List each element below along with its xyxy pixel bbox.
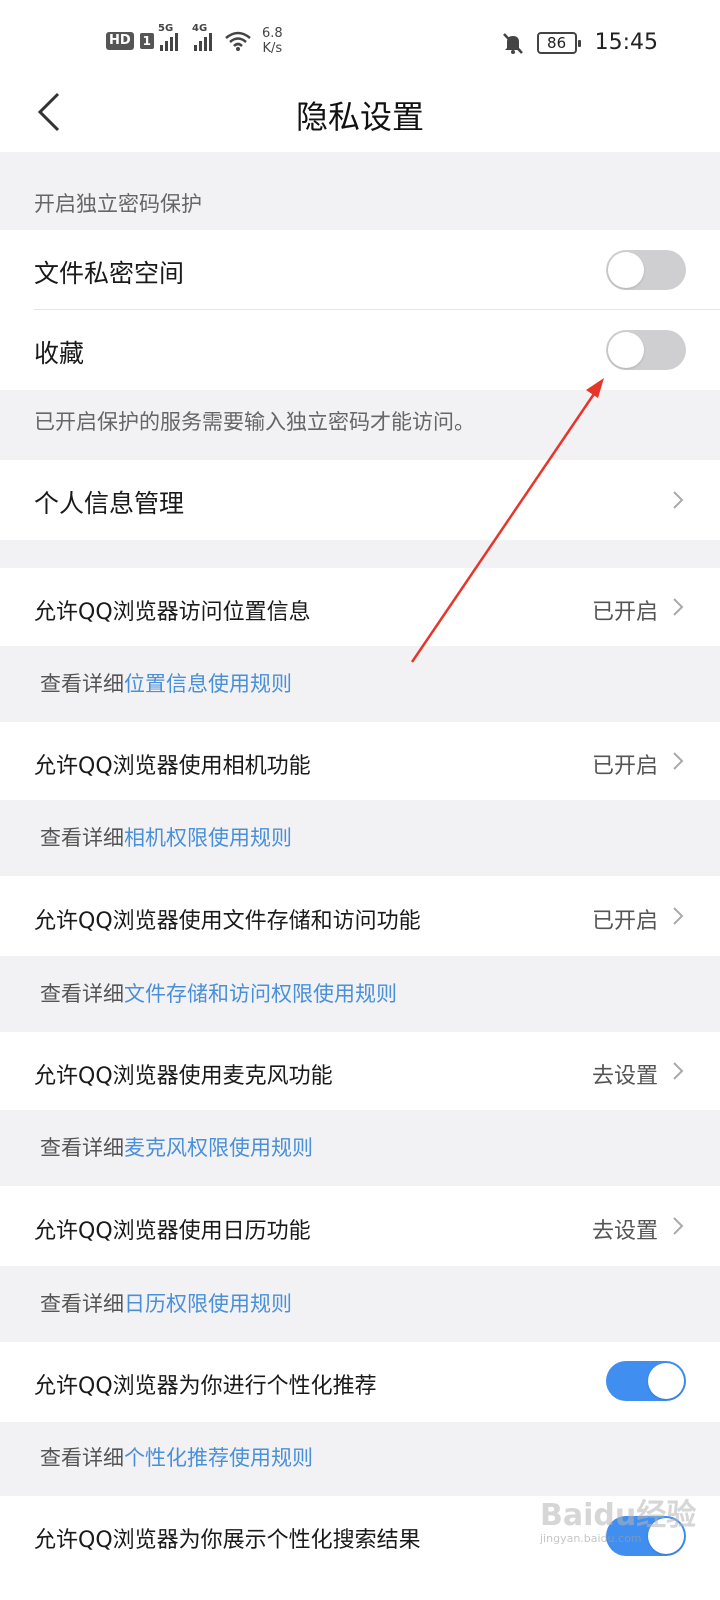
camera-rules-link[interactable]: 相机权限使用规则 <box>124 826 292 850</box>
password-note: 已开启保护的服务需要输入独立密码才能访问。 <box>34 410 475 434</box>
signal-icon: 5G <box>158 23 179 51</box>
personalization-rules-link[interactable]: 个性化推荐使用规则 <box>124 1446 313 1470</box>
chevron-right-icon <box>673 907 684 925</box>
row-label: 收藏 <box>34 339 85 368</box>
status-value: 去设置 <box>591 1219 658 1244</box>
row-label: 个人信息管理 <box>34 489 185 518</box>
toggle-knob <box>608 332 644 368</box>
row-file-private-space[interactable]: 文件私密空间 <box>0 230 720 310</box>
detail-text: 查看详细麦克风权限使用规则 <box>40 1132 313 1162</box>
detail-prefix: 查看详细 <box>40 1292 124 1316</box>
password-note-area: 已开启保护的服务需要输入独立密码才能访问。 <box>0 390 720 460</box>
detail-text: 查看详细相机权限使用规则 <box>40 822 292 852</box>
bell-muted-icon <box>502 32 523 54</box>
chevron-right-icon <box>673 491 684 509</box>
section-header-password: 开启独立密码保护 <box>0 152 720 230</box>
watermark-logo: Baidu经验 jingyan.baidu.com <box>540 1490 696 1545</box>
calendar-rules-link[interactable]: 日历权限使用规则 <box>124 1292 292 1316</box>
detail-row-location: 查看详细位置信息使用规则 <box>0 646 720 722</box>
detail-prefix: 查看详细 <box>40 826 124 850</box>
row-label: 允许QQ浏览器使用文件存储和访问功能 <box>34 909 421 934</box>
battery-icon: 86 <box>536 31 581 54</box>
title-bar: 隐私设置 <box>0 90 720 152</box>
detail-prefix: 查看详细 <box>40 672 124 696</box>
row-permission-microphone[interactable]: 允许QQ浏览器使用麦克风功能 去设置 <box>0 1032 720 1110</box>
status-left: HD 1 5G 4G 6.8 K/s <box>106 23 283 56</box>
detail-text: 查看详细个性化推荐使用规则 <box>40 1442 313 1472</box>
detail-row-calendar: 查看详细日历权限使用规则 <box>0 1266 720 1342</box>
status-value: 已开启 <box>591 909 658 934</box>
detail-row-personalization: 查看详细个性化推荐使用规则 <box>0 1422 720 1496</box>
row-label: 允许QQ浏览器为你进行个性化推荐 <box>34 1374 377 1399</box>
status-value: 已开启 <box>591 600 658 625</box>
detail-row-storage: 查看详细文件存储和访问权限使用规则 <box>0 956 720 1032</box>
hd-badge: HD <box>106 32 134 50</box>
speed-value: 6.8 <box>262 26 283 41</box>
row-permission-storage[interactable]: 允许QQ浏览器使用文件存储和访问功能 已开启 <box>0 876 720 956</box>
network-5g-label: 5G <box>158 23 174 34</box>
network-4g-label: 4G <box>192 23 208 34</box>
sim-badge: 1 <box>139 33 155 49</box>
section-label: 开启独立密码保护 <box>34 192 202 216</box>
row-label: 允许QQ浏览器使用相机功能 <box>34 754 311 779</box>
status-value: 去设置 <box>591 1064 658 1089</box>
personalized-recommendation-toggle[interactable] <box>606 1361 686 1401</box>
detail-prefix: 查看详细 <box>40 1136 124 1160</box>
network-speed: 6.8 K/s <box>262 26 283 56</box>
file-private-space-toggle[interactable] <box>606 250 686 290</box>
row-permission-location[interactable]: 允许QQ浏览器访问位置信息 已开启 <box>0 568 720 646</box>
row-label: 允许QQ浏览器使用日历功能 <box>34 1219 311 1244</box>
storage-rules-link[interactable]: 文件存储和访问权限使用规则 <box>124 982 397 1006</box>
row-permission-camera[interactable]: 允许QQ浏览器使用相机功能 已开启 <box>0 722 720 800</box>
row-label: 允许QQ浏览器访问位置信息 <box>34 600 311 625</box>
wifi-icon <box>225 31 251 51</box>
watermark-text: Baidu经验 <box>540 1498 697 1533</box>
status-bar: HD 1 5G 4G 6.8 K/s 86 15:45 <box>0 0 720 90</box>
row-personal-info[interactable]: 个人信息管理 <box>0 460 720 540</box>
speed-unit: K/s <box>262 41 283 56</box>
row-personalized-recommendation[interactable]: 允许QQ浏览器为你进行个性化推荐 <box>0 1342 720 1422</box>
detail-prefix: 查看详细 <box>40 982 124 1006</box>
status-right: 86 15:45 <box>501 30 658 55</box>
row-permission-calendar[interactable]: 允许QQ浏览器使用日历功能 去设置 <box>0 1186 720 1266</box>
page-title: 隐私设置 <box>295 98 424 136</box>
spacer <box>0 540 720 568</box>
chevron-right-icon <box>673 1217 684 1235</box>
detail-row-microphone: 查看详细麦克风权限使用规则 <box>0 1110 720 1186</box>
microphone-rules-link[interactable]: 麦克风权限使用规则 <box>124 1136 313 1160</box>
toggle-knob <box>648 1363 684 1399</box>
row-label: 允许QQ浏览器为你展示个性化搜索结果 <box>34 1528 421 1553</box>
detail-text: 查看详细日历权限使用规则 <box>40 1288 292 1318</box>
favorites-toggle[interactable] <box>606 330 686 370</box>
battery-level: 86 <box>547 33 567 52</box>
detail-prefix: 查看详细 <box>40 1446 124 1470</box>
status-value: 已开启 <box>591 754 658 779</box>
chevron-right-icon <box>673 752 684 770</box>
detail-text: 查看详细文件存储和访问权限使用规则 <box>40 978 397 1008</box>
toggle-knob <box>608 252 644 288</box>
chevron-right-icon <box>673 598 684 616</box>
detail-row-camera: 查看详细相机权限使用规则 <box>0 800 720 876</box>
watermark-subtext: jingyan.baidu.com <box>540 1532 642 1545</box>
row-favorites[interactable]: 收藏 <box>0 310 720 390</box>
chevron-right-icon <box>673 1062 684 1080</box>
location-rules-link[interactable]: 位置信息使用规则 <box>124 672 292 696</box>
detail-text: 查看详细位置信息使用规则 <box>40 668 292 698</box>
clock: 15:45 <box>594 30 658 55</box>
row-label: 文件私密空间 <box>34 259 185 288</box>
signal-icon: 4G <box>192 23 213 51</box>
row-label: 允许QQ浏览器使用麦克风功能 <box>34 1064 333 1089</box>
